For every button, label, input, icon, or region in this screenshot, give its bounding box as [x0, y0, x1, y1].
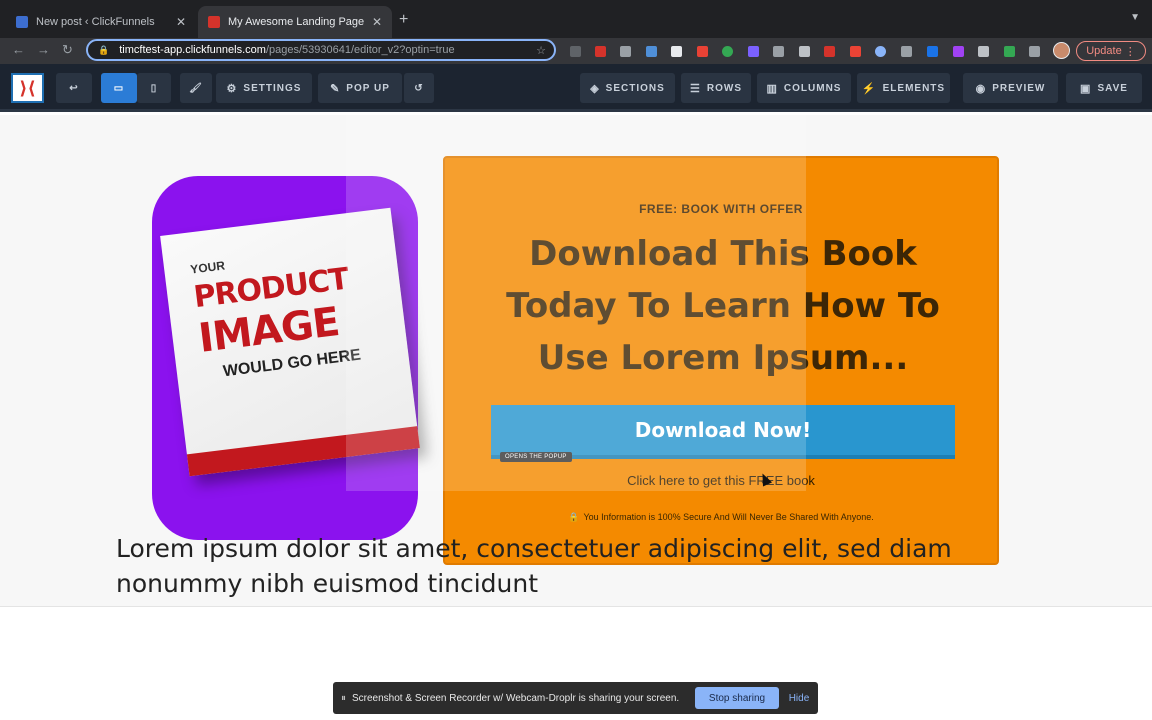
extensions-puzzle-icon[interactable] — [1029, 46, 1040, 57]
preview-button[interactable]: ◉ PREVIEW — [963, 73, 1058, 103]
tab-title: New post ‹ ClickFunnels — [36, 16, 155, 28]
pause-icon: ⏸ — [341, 692, 346, 704]
sections-button[interactable]: ◈ SECTIONS — [580, 73, 675, 103]
mobile-view-button[interactable]: ▯ — [137, 73, 171, 103]
book-text-line: YOUR — [189, 258, 226, 277]
columns-button[interactable]: ▥ COLUMNS — [757, 73, 851, 103]
paint-brush-icon: 🖌 — [189, 82, 203, 94]
update-button[interactable]: Update ⋮ — [1076, 41, 1146, 61]
offer-eyebrow[interactable]: FREE: BOOK WITH OFFER — [445, 202, 997, 216]
extension-icon[interactable] — [901, 46, 912, 57]
extension-icon[interactable] — [671, 46, 682, 57]
stop-sharing-button[interactable]: Stop sharing — [695, 687, 779, 709]
extension-icon[interactable] — [697, 46, 708, 57]
undo-button[interactable]: ↺ — [404, 73, 434, 103]
settings-button[interactable]: ⚙ SETTINGS — [216, 73, 312, 103]
secure-notice[interactable]: 🔒 You Information is 100% Secure And Will… — [445, 512, 997, 523]
hide-button[interactable]: Hide — [785, 687, 813, 709]
columns-icon: ▥ — [766, 82, 777, 95]
lock-icon: 🔒 — [568, 512, 580, 522]
plug-icon: ⚡ — [861, 82, 876, 95]
extension-icon[interactable] — [799, 46, 810, 57]
product-image-book[interactable]: YOUR PRODUCT IMAGE WOULD GO HERE — [160, 207, 420, 477]
save-label: SAVE — [1097, 82, 1128, 94]
url-path: /pages/53930641/editor_v2?optin=true — [265, 44, 455, 56]
tab-search-icon[interactable]: ▼ — [1130, 12, 1140, 23]
extension-icon[interactable] — [978, 46, 989, 57]
logo-glyph: ⟩⟨ — [19, 77, 36, 99]
mobile-icon: ▯ — [150, 82, 158, 94]
extension-icon[interactable] — [953, 46, 964, 57]
layers-icon: ◈ — [590, 82, 599, 95]
save-button[interactable]: ▣ SAVE — [1066, 73, 1142, 103]
settings-label: SETTINGS — [243, 82, 302, 94]
tab-title: My Awesome Landing Page — [228, 16, 365, 28]
clickfunnels-logo[interactable]: ⟩⟨ — [11, 73, 44, 103]
sections-label: SECTIONS — [605, 82, 665, 94]
edit-icon: ✎ — [330, 82, 340, 95]
new-tab-icon[interactable]: + — [399, 11, 408, 29]
tab-landing-page[interactable]: My Awesome Landing Page ✕ — [198, 6, 392, 38]
forward-icon[interactable]: → — [37, 42, 50, 57]
back-button[interactable]: ↩ — [56, 73, 92, 103]
address-bar[interactable]: 🔒 timcftest-app.clickfunnels.com/pages/5… — [86, 39, 556, 61]
secure-text: You Information is 100% Secure And Will … — [583, 512, 874, 522]
undo-icon: ↺ — [414, 82, 424, 94]
elements-button[interactable]: ⚡ ELEMENTS — [857, 73, 950, 103]
save-icon: ▣ — [1080, 82, 1091, 95]
popup-button[interactable]: ✎ POP UP — [318, 73, 402, 103]
tab-new-post[interactable]: New post ‹ ClickFunnels ✕ — [6, 6, 196, 38]
arrow-back-icon: ↩ — [69, 82, 79, 94]
lock-icon: 🔒 — [98, 44, 110, 55]
extension-icon[interactable] — [722, 46, 733, 57]
rows-label: ROWS — [706, 82, 742, 94]
paint-button[interactable]: 🖌 — [180, 73, 212, 103]
browser-tab-strip: New post ‹ ClickFunnels ✕ My Awesome Lan… — [0, 0, 1152, 38]
columns-label: COLUMNS — [783, 82, 842, 94]
rows-icon: ☰ — [690, 82, 700, 95]
offer-subline[interactable]: Click here to get this FREE book — [445, 473, 997, 488]
elements-label: ELEMENTS — [882, 82, 946, 94]
share-message: Screenshot & Screen Recorder w/ Webcam-D… — [352, 692, 680, 704]
extension-icon[interactable] — [570, 46, 581, 57]
screen-share-bar: ⏸ Screenshot & Screen Recorder w/ Webcam… — [333, 682, 818, 714]
popup-label: POP UP — [346, 82, 390, 94]
extension-icon[interactable] — [1004, 46, 1015, 57]
eye-icon: ◉ — [975, 82, 986, 95]
back-icon[interactable]: ← — [12, 42, 25, 57]
extension-icon[interactable] — [595, 46, 606, 57]
gear-icon: ⚙ — [226, 82, 237, 95]
bookmark-star-icon[interactable]: ☆ — [536, 44, 546, 57]
rows-button[interactable]: ☰ ROWS — [681, 73, 751, 103]
close-tab-icon[interactable]: ✕ — [176, 15, 186, 29]
extension-icon[interactable] — [824, 46, 835, 57]
close-tab-icon[interactable]: ✕ — [372, 15, 382, 29]
extension-icon[interactable] — [748, 46, 759, 57]
desktop-icon: ▭ — [113, 82, 125, 94]
extension-icon[interactable] — [927, 46, 938, 57]
preview-label: PREVIEW — [992, 82, 1046, 94]
extension-icon[interactable] — [620, 46, 631, 57]
extension-icon[interactable] — [875, 46, 886, 57]
clickfunnels-favicon-icon — [208, 16, 220, 28]
update-label: Update — [1086, 45, 1122, 57]
offer-box[interactable]: FREE: BOOK WITH OFFER Download This Book… — [443, 156, 999, 565]
extension-icon[interactable] — [773, 46, 784, 57]
download-now-button[interactable]: Download Now! — [491, 405, 955, 459]
reload-icon[interactable]: ↻ — [62, 42, 73, 58]
desktop-view-button[interactable]: ▭ — [101, 73, 137, 103]
lorem-paragraph[interactable]: Lorem ipsum dolor sit amet, consectetuer… — [116, 531, 1076, 601]
extension-icon[interactable] — [850, 46, 861, 57]
editor-toolbar: ⟩⟨ ↩ ▭ ▯ 🖌 ⚙ SETTINGS ✎ POP UP ↺ ◈ SECTIONS… — [0, 64, 1152, 112]
offer-headline[interactable]: Download This Book Today To Learn How To… — [485, 228, 961, 384]
profile-avatar[interactable] — [1053, 42, 1070, 59]
extension-icon[interactable] — [646, 46, 657, 57]
clickfunnels-favicon-icon — [16, 16, 28, 28]
opens-popup-tag: OPENS THE POPUP — [500, 452, 572, 462]
browser-toolbar: ← → ↻ 🔒 timcftest-app.clickfunnels.com/p… — [0, 38, 1152, 64]
url-host: timcftest-app.clickfunnels.com — [119, 44, 266, 56]
